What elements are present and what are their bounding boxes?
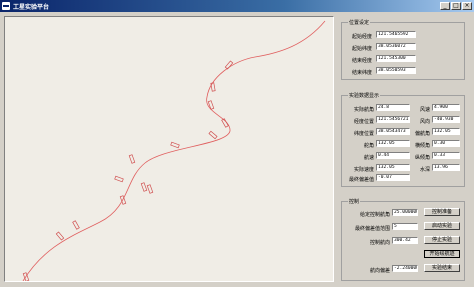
ship-marker: [128, 154, 136, 164]
control-field[interactable]: 25.000000: [392, 209, 418, 216]
control-label: 航向偏差: [369, 268, 390, 274]
end-longitude-label: 结束经度: [351, 58, 372, 64]
realtime-value-right[interactable]: 4.900: [432, 104, 460, 111]
ship-marker: [146, 184, 154, 194]
control-field[interactable]: 300.42: [392, 237, 418, 244]
realtime-label-right: 风向: [419, 119, 430, 125]
ship-marker: [208, 130, 218, 140]
start-longitude-label: 起始经度: [351, 34, 372, 40]
realtime-label-right: 纵倾角: [414, 155, 430, 161]
realtime-value-right[interactable]: 13.96: [432, 164, 460, 171]
track-plot: [22, 20, 326, 281]
realtime-value-right[interactable]: 0.30: [432, 140, 460, 147]
ship-marker: [207, 100, 215, 110]
control-button-2[interactable]: 停止实验: [424, 236, 460, 244]
control-label: 给定控制航角: [359, 212, 390, 218]
realtime-label-left: 经度位置: [353, 119, 374, 125]
control-group: 控制 给定控制航角 25.000000 控制准备最终偏差值范围 5 启动实验控制航向 30…: [341, 198, 465, 281]
realtime-label-right: 偏航角: [414, 131, 430, 137]
realtime-label-left: 实际航角: [353, 107, 374, 113]
ship-marker: [224, 60, 234, 70]
realtime-value-left[interactable]: 24.8: [376, 104, 410, 111]
realtime-value-right[interactable]: 132.05: [432, 128, 460, 135]
position-settings-title: 位置设定: [348, 19, 371, 26]
start-longitude-field[interactable]: 121.5465592: [376, 31, 416, 38]
ship-marker: [114, 175, 124, 183]
ship-marker: [140, 182, 148, 192]
control-title: 控制: [348, 198, 361, 205]
control-button-0[interactable]: 控制准备: [424, 208, 460, 216]
control-field[interactable]: -2.240000: [392, 265, 418, 272]
window-title: 工星实验平台: [13, 4, 50, 11]
track-canvas[interactable]: [4, 16, 334, 282]
start-latitude-label: 起始纬度: [351, 46, 372, 52]
realtime-label-right: 水深: [419, 167, 430, 173]
final-deviation-label: 最终偏差值: [348, 177, 374, 183]
realtime-label-left: 航速: [363, 155, 374, 161]
maximize-button[interactable]: □: [451, 2, 461, 10]
ship-track-line: [22, 20, 326, 281]
realtime-label-left: 纬度位置: [353, 131, 374, 137]
control-label: 最终偏差值范围: [354, 226, 390, 232]
realtime-value-left[interactable]: 38.0543473: [376, 128, 410, 135]
minimize-button[interactable]: _: [440, 2, 450, 10]
realtime-value-left[interactable]: 132.05: [376, 164, 410, 171]
control-button-3[interactable]: 开始绘航迹: [424, 250, 460, 258]
realtime-value-left[interactable]: 0.44: [376, 152, 410, 159]
realtime-data-group: 实验数据显示 实际航角 24.8 风速 4.900 经度位置 121.545672…: [341, 92, 465, 187]
start-latitude-field[interactable]: 38.0536072: [376, 43, 416, 50]
final-deviation-field[interactable]: -0.07: [376, 174, 410, 181]
close-button[interactable]: ×: [462, 2, 472, 10]
realtime-label-right: 横倾角: [414, 143, 430, 149]
end-latitude-field[interactable]: 38.0550593: [376, 67, 416, 74]
realtime-value-right[interactable]: 0.33: [432, 152, 460, 159]
realtime-data-title: 实验数据显示: [348, 92, 381, 99]
app-icon: [2, 2, 10, 10]
realtime-label-right: 风速: [419, 107, 430, 113]
realtime-label-left: 实际速度: [353, 167, 374, 173]
end-longitude-field[interactable]: 121.545300: [376, 55, 416, 62]
realtime-value-right[interactable]: -40.930: [432, 116, 460, 123]
control-button-4[interactable]: 实验结束: [424, 264, 460, 272]
realtime-value-left[interactable]: 121.5456721: [376, 116, 410, 123]
position-settings-group: 位置设定 起始经度 121.5465592 起始纬度 38.0536072 结束…: [341, 19, 465, 80]
title-bar: 工星实验平台 _ □ ×: [0, 0, 474, 12]
ship-marker: [72, 220, 80, 230]
ship-marker: [170, 141, 180, 149]
control-field[interactable]: 5: [392, 223, 418, 230]
realtime-label-left: 舵角: [363, 143, 374, 149]
control-label: 控制航向: [369, 240, 390, 246]
main-window: 工星实验平台 _ □ × 位置设定 起始经度 121.5465592 起始纬度 …: [0, 0, 474, 287]
realtime-value-left[interactable]: 132.05: [376, 140, 410, 147]
ship-marker: [55, 231, 65, 241]
control-button-1[interactable]: 启动实验: [424, 222, 460, 230]
end-latitude-label: 结束纬度: [351, 70, 372, 76]
